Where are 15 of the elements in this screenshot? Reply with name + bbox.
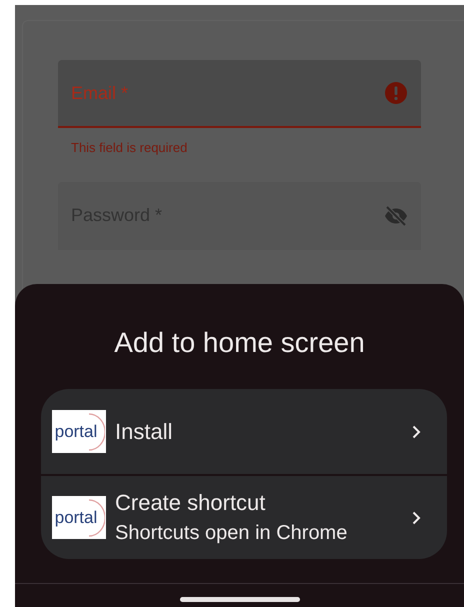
error-icon: [384, 81, 408, 105]
option-title: Install: [115, 418, 174, 446]
field-label: Email *: [71, 82, 128, 104]
sheet-title: Add to home screen: [114, 326, 365, 360]
option-title: Create shortcut: [115, 488, 266, 516]
home-indicator[interactable]: [180, 597, 300, 602]
option-row[interactable]: portal Install: [41, 389, 447, 474]
chevron-right-icon: [412, 510, 421, 524]
eye-off-icon[interactable]: [384, 204, 408, 228]
option-subtitle: Shortcuts open in Chrome: [115, 520, 348, 546]
option-row[interactable]: portal Create shortcut Shortcuts open in Chrome: [41, 474, 447, 559]
error-message: This field is required: [70, 139, 188, 157]
app-logo: portal: [52, 496, 106, 539]
app-logo: portal: [52, 410, 106, 453]
chevron-right-icon: [412, 424, 421, 438]
